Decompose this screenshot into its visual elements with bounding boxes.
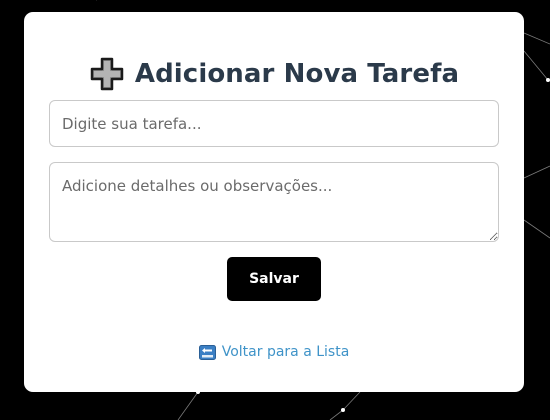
details-textarea[interactable] <box>49 162 499 242</box>
back-link-label: Voltar para a Lista <box>221 344 350 360</box>
page-background: Adicionar Nova Tarefa Salvar Voltar para… <box>0 0 550 420</box>
heavy-plus-icon <box>90 57 124 91</box>
back-to-list-link[interactable]: Voltar para a Lista <box>24 344 524 360</box>
task-input[interactable] <box>49 100 499 147</box>
add-task-card: Adicionar Nova Tarefa Salvar Voltar para… <box>24 12 524 392</box>
card-header: Adicionar Nova Tarefa <box>24 56 524 92</box>
page-title: Adicionar Nova Tarefa <box>134 59 460 89</box>
back-arrow-icon <box>198 344 216 360</box>
save-button[interactable]: Salvar <box>227 257 321 301</box>
